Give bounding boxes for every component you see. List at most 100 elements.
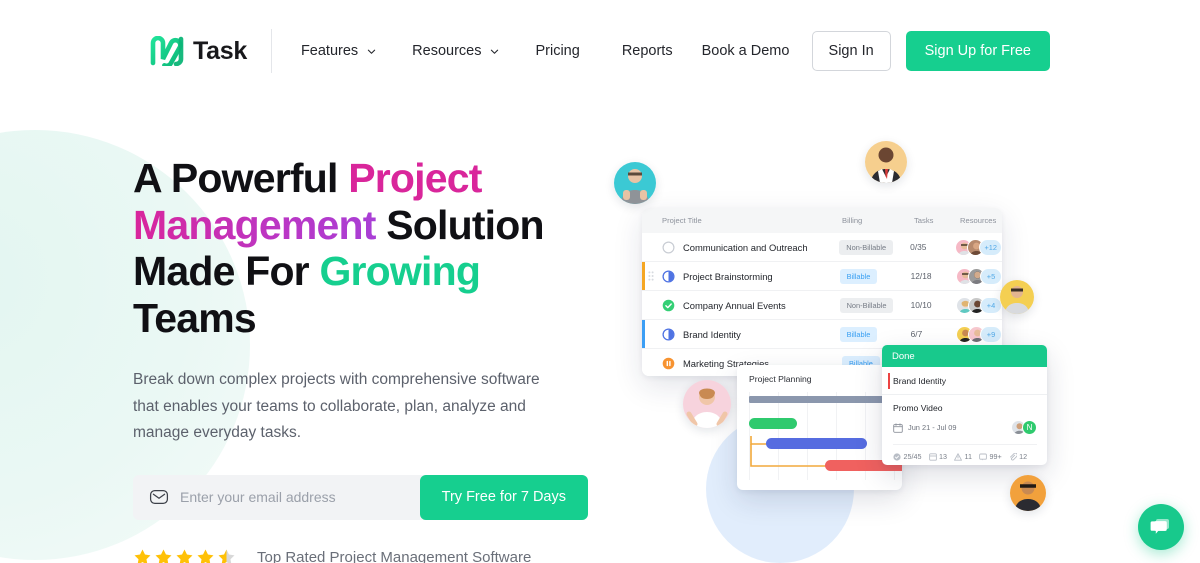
cell-project-title: Project Brainstorming: [642, 269, 840, 283]
warning-icon: [954, 452, 962, 461]
avatar: [1010, 475, 1046, 511]
stat-issues: 11: [954, 452, 972, 461]
try-free-button[interactable]: Try Free for 7 Days: [419, 474, 588, 520]
chat-widget-button[interactable]: [1138, 504, 1184, 550]
project-title-text: Communication and Outreach: [683, 241, 808, 253]
cell-billing: Non-Billable: [839, 297, 911, 313]
avatar: [865, 141, 907, 183]
gantt-title: Project Planning: [749, 374, 812, 384]
gantt-chart-card: Project Planning: [737, 365, 902, 490]
email-signup-form: Try Free for 7 Days: [133, 474, 588, 520]
site-header: Task Features Resources Pricing Reports: [0, 0, 1200, 102]
main-nav: Features Resources Pricing Reports Book …: [301, 37, 826, 65]
cell-resources: +9: [955, 325, 1002, 343]
chat-bubbles-icon: [1150, 519, 1169, 534]
cell-resources: +4: [955, 296, 1002, 314]
nav-item-reports[interactable]: Reports: [622, 37, 673, 65]
completed-check-icon: [662, 299, 675, 311]
resources-overflow-badge: +9: [979, 325, 1002, 343]
chevron-down-icon: [367, 49, 376, 54]
promo-date-range: Jun 21 - Jul 09: [908, 423, 957, 432]
status-badge: Non-Billable: [839, 239, 894, 255]
table-row[interactable]: Project Brainstorming Billable 12/18 +5: [642, 262, 1002, 291]
brand-name: Task: [193, 36, 247, 65]
nav-item-features[interactable]: Features: [301, 37, 376, 65]
hero-subtext: Break down complex projects with compreh…: [133, 371, 540, 441]
nav-item-resources[interactable]: Resources: [412, 37, 499, 65]
headline-part-1: A Powerful: [133, 155, 349, 201]
done-task-item[interactable]: Brand Identity: [882, 367, 1047, 395]
star-half-icon: [218, 549, 235, 563]
stat-value: 25/45: [903, 452, 922, 461]
sign-up-button[interactable]: Sign Up for Free: [905, 31, 1050, 71]
column-header-project-title: Project Title: [662, 216, 702, 225]
brand-logo[interactable]: Task: [150, 36, 247, 66]
promo-assignees: N: [1011, 420, 1037, 435]
stat-comments: 99+: [979, 452, 1002, 461]
status-badge: Billable: [839, 326, 878, 342]
headline-made-for: Made For: [133, 248, 320, 294]
column-header-billing: Billing: [842, 216, 863, 225]
star-rating: [133, 548, 236, 563]
table-header-row: Project Title Billing Tasks Resources: [642, 208, 1002, 233]
headline-project: Project: [348, 155, 482, 201]
gantt-bar-task-b[interactable]: [766, 438, 867, 449]
done-column-header: Done: [882, 345, 1047, 367]
hero-content: A Powerful Project Management Solution M…: [133, 155, 603, 563]
drag-handle-icon[interactable]: [648, 271, 654, 281]
headline-solution: Solution: [375, 201, 544, 248]
nav-item-book-a-demo[interactable]: Book a Demo: [702, 37, 790, 65]
stat-value: 13: [939, 452, 947, 461]
envelope-icon: [149, 489, 169, 505]
rating-caption: Top Rated Project Management Software: [257, 548, 532, 563]
cell-resources: +12: [955, 238, 1002, 256]
promo-title: Promo Video: [893, 403, 943, 413]
on-hold-pause-icon: [662, 357, 675, 370]
resources-overflow-badge: +5: [979, 267, 1002, 285]
stat-lists: 13: [928, 452, 947, 461]
cell-tasks: 10/10: [910, 300, 932, 310]
cell-billing: Non-Billable: [839, 239, 910, 255]
chevron-down-icon: [491, 49, 499, 54]
project-title-text: Company Annual Events: [683, 299, 786, 311]
task-accent-bar: [888, 373, 891, 389]
comment-icon: [979, 453, 987, 460]
assignee-initial-badge: N: [1022, 420, 1037, 435]
cell-tasks: 0/35: [910, 242, 927, 252]
list-icon: [928, 452, 937, 461]
landing-page: Task Features Resources Pricing Reports: [0, 0, 1200, 563]
header-actions: Sign In Sign Up for Free: [811, 31, 1050, 71]
stat-value: 99+: [989, 452, 1002, 461]
table-row[interactable]: Communication and Outreach Non-Billable …: [642, 233, 1002, 262]
in-progress-icon: [662, 327, 675, 341]
header-divider: [270, 29, 272, 73]
stat-subtasks: 25/45: [893, 452, 922, 461]
star-icon: [155, 549, 172, 563]
table-row[interactable]: Company Annual Events Non-Billable 10/10…: [642, 291, 1002, 320]
sign-in-button[interactable]: Sign In: [811, 31, 891, 71]
headline-management: Management: [133, 201, 376, 248]
promo-video-card[interactable]: Promo Video Jun 21 - Jul 09 N 25/45 13 1…: [882, 395, 1047, 461]
nav-label-book-a-demo: Book a Demo: [701, 43, 790, 59]
attachment-icon: [1009, 452, 1017, 460]
row-accent-bar: [642, 262, 645, 290]
not-started-circle-icon: [662, 240, 675, 254]
promo-stats-row: 25/45 13 11 99+ 12: [893, 444, 1037, 461]
project-title-text: Project Brainstorming: [683, 270, 773, 282]
nav-label-pricing: Pricing: [535, 43, 580, 59]
status-badge: Non-Billable: [839, 297, 894, 313]
resources-overflow-badge: +4: [979, 296, 1002, 314]
project-title-text: Brand Identity: [683, 328, 741, 340]
avatar: [683, 380, 731, 428]
cell-billing: Billable: [839, 268, 911, 284]
nav-item-pricing[interactable]: Pricing: [535, 37, 579, 65]
stat-value: 11: [964, 452, 972, 461]
nav-label-features: Features: [300, 43, 359, 59]
avatar: [614, 162, 656, 204]
gantt-area: [737, 392, 902, 480]
star-icon: [197, 549, 214, 563]
cell-project-title: Communication and Outreach: [642, 240, 839, 254]
cell-project-title: Brand Identity: [642, 327, 840, 341]
cell-tasks: 6/7: [910, 329, 923, 339]
cell-resources: +5: [955, 267, 1002, 285]
